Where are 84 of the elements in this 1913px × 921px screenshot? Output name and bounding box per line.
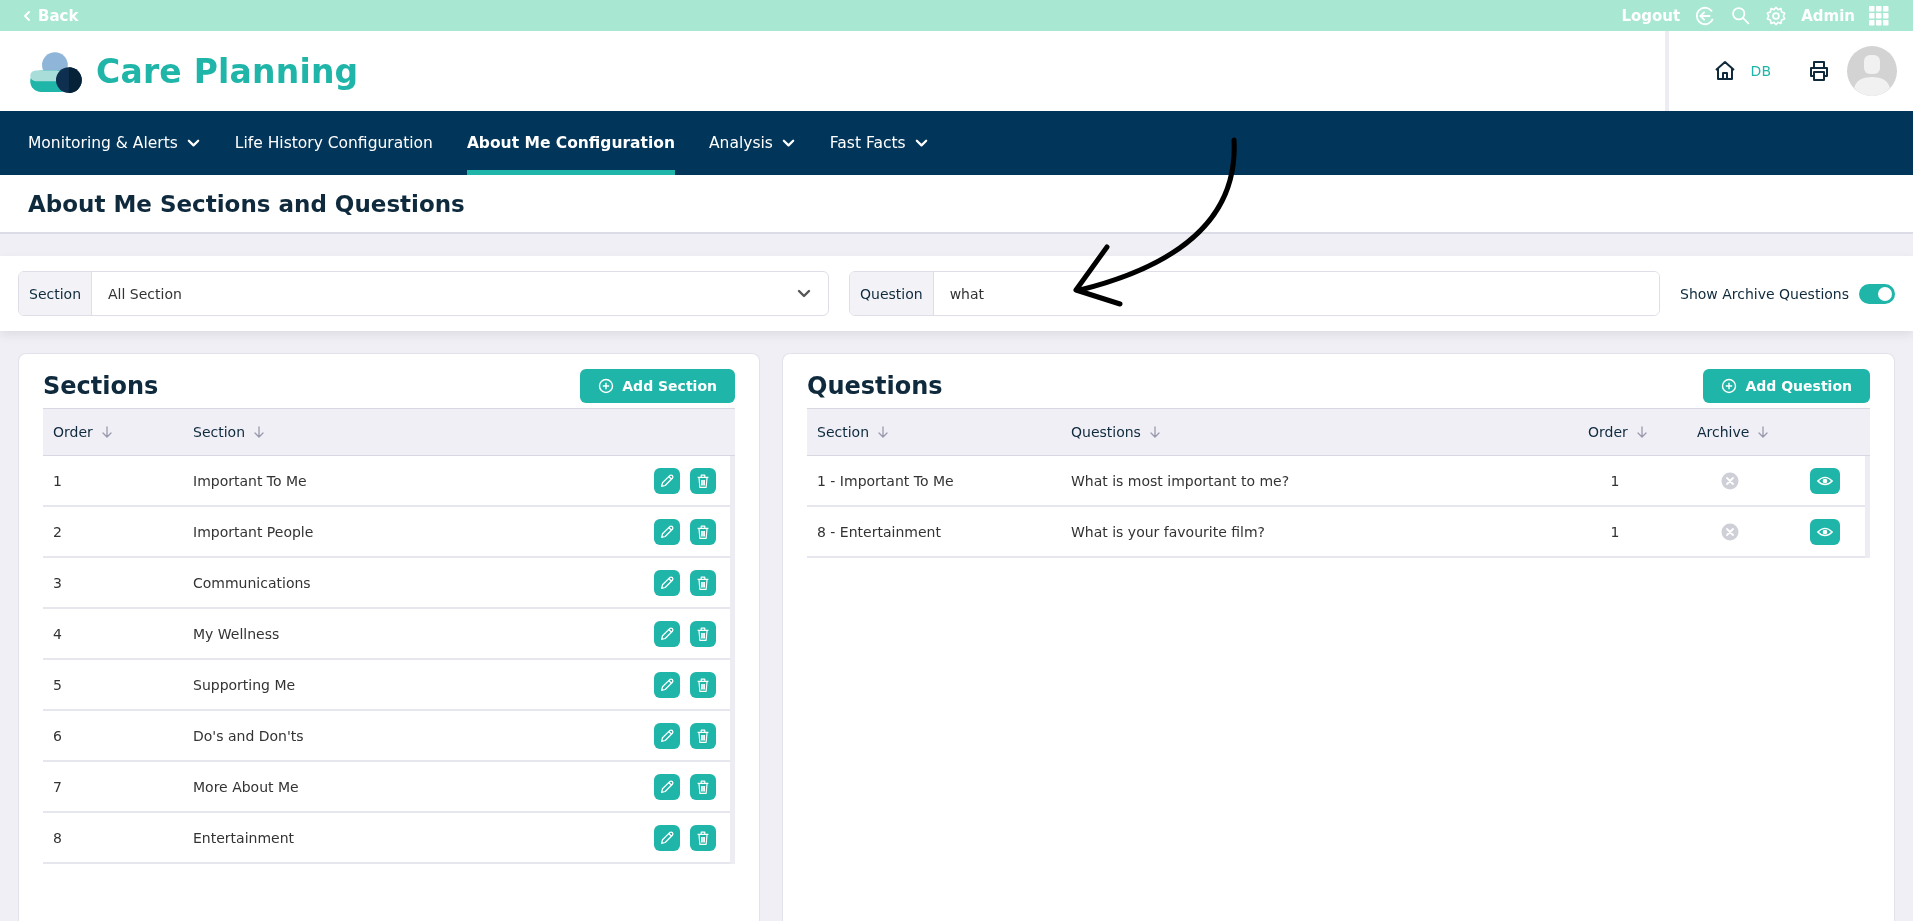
select-value: All Section	[108, 285, 183, 302]
table-cell-text: 8	[52, 829, 63, 846]
plus-circle-icon	[598, 378, 615, 394]
column-header[interactable]: Section	[817, 424, 869, 440]
table-cell-text: 6	[52, 727, 63, 744]
edit-button[interactable]	[654, 569, 680, 596]
printer-icon[interactable]	[1807, 59, 1831, 83]
column-header[interactable]: Archive	[1697, 424, 1750, 440]
sort-arrow-icon[interactable]	[877, 426, 889, 438]
column-header[interactable]: Order	[53, 424, 93, 440]
pencil-icon	[658, 726, 676, 745]
table-cell-text: More About Me	[192, 778, 300, 795]
view-button[interactable]	[1810, 518, 1840, 545]
edit-button[interactable]	[654, 773, 680, 800]
table-cell: 1	[1610, 523, 1620, 540]
delete-button[interactable]	[690, 722, 716, 749]
column-header[interactable]: Order	[1588, 424, 1628, 440]
nav-tab[interactable]: Monitoring & Alerts	[28, 111, 201, 175]
table-cell-text: 1 - Important To Me	[816, 472, 955, 489]
app-logo-icon	[28, 49, 84, 93]
table-cell-text: Entertainment	[192, 829, 296, 846]
table-cell-text: Important People	[192, 523, 315, 540]
table-cell-text: Important To Me	[192, 472, 308, 489]
question-search-field[interactable]: Question what	[849, 271, 1661, 316]
pencil-icon	[658, 471, 676, 490]
table-cell-text: Communications	[192, 574, 312, 591]
pencil-icon	[658, 522, 676, 541]
nav-tab[interactable]: Analysis	[709, 111, 796, 175]
panel-title: Questions	[807, 372, 943, 400]
edit-button[interactable]	[654, 620, 680, 647]
page-title: About Me Sections and Questions	[28, 190, 465, 217]
chevron-left-icon	[22, 9, 32, 22]
table-cell-text: 5	[52, 676, 63, 693]
table-cell-text: 7	[52, 778, 63, 795]
edit-button[interactable]	[654, 824, 680, 851]
nav-tab[interactable]: Fast Facts	[829, 111, 929, 175]
edit-button[interactable]	[654, 671, 680, 698]
sort-arrow-icon[interactable]	[1635, 426, 1648, 438]
section-select[interactable]: Section All Section	[18, 271, 829, 316]
pencil-icon	[658, 828, 676, 847]
edit-button[interactable]	[654, 722, 680, 749]
delete-button[interactable]	[690, 569, 716, 596]
table-cell-text: What is your favourite film?	[1070, 523, 1266, 540]
plus-circle-icon	[1721, 378, 1738, 394]
sort-arrow-icon[interactable]	[1148, 426, 1161, 438]
apps-grid-icon[interactable]	[1869, 5, 1889, 26]
table-cell-text: My Wellness	[192, 625, 281, 642]
edit-button[interactable]	[654, 467, 680, 494]
view-button[interactable]	[1810, 467, 1840, 494]
table-cell-text: 3	[52, 574, 63, 591]
field-label: Question	[850, 272, 934, 315]
column-header[interactable]: Section	[193, 424, 245, 440]
delete-button[interactable]	[690, 467, 716, 494]
table-cell-text: What is most important to me?	[1070, 472, 1291, 489]
delete-button[interactable]	[690, 671, 716, 698]
pencil-icon	[658, 777, 676, 796]
delete-button[interactable]	[690, 620, 716, 647]
panel-title: Sections	[43, 372, 159, 400]
avatar-icon[interactable]	[1847, 46, 1897, 96]
pencil-icon	[658, 573, 676, 592]
table-cell-text: 8 - Entertainment	[816, 523, 942, 540]
archive-toggle[interactable]	[1859, 283, 1895, 304]
delete-button[interactable]	[690, 773, 716, 800]
column-header[interactable]: Questions	[1071, 424, 1141, 440]
sort-arrow-icon[interactable]	[1757, 426, 1770, 438]
table-cell-text: Supporting Me	[192, 676, 297, 693]
search-icon[interactable]	[1730, 5, 1752, 26]
table-cell-text: 4	[52, 625, 63, 642]
field-label: Section	[19, 272, 92, 315]
delete-button[interactable]	[690, 824, 716, 851]
table-cell: 1	[1610, 472, 1620, 489]
table-cell-text: 1	[52, 472, 63, 489]
table-cell-text: 2	[52, 523, 63, 540]
delete-button[interactable]	[690, 518, 716, 545]
table-cell-text: Do's and Don'ts	[192, 727, 305, 744]
pencil-icon	[658, 624, 676, 643]
sort-arrow-icon[interactable]	[253, 426, 265, 438]
pencil-icon	[658, 675, 676, 694]
nav-tab[interactable]: Life History Configuration	[234, 111, 433, 175]
settings-icon[interactable]	[1765, 4, 1788, 27]
edit-button[interactable]	[654, 518, 680, 545]
sort-arrow-icon[interactable]	[100, 426, 113, 438]
toggle-label: Show Archive Questions	[1680, 285, 1849, 302]
app-title: Care Planning	[96, 51, 359, 91]
